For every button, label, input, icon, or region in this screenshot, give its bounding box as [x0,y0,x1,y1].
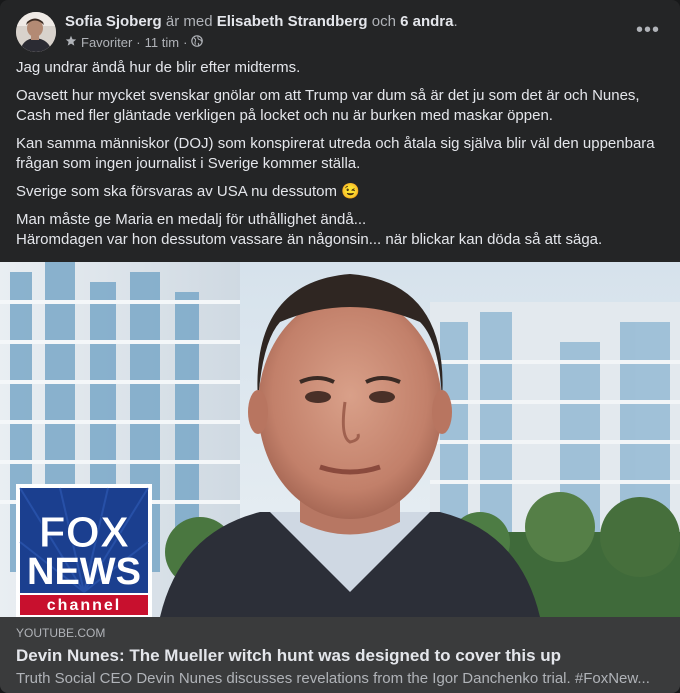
author-avatar[interactable] [16,12,56,52]
link-title[interactable]: Devin Nunes: The Mueller witch hunt was … [16,645,664,667]
post-time[interactable]: 11 tim [145,34,179,52]
post-paragraph: Sverige som ska försvaras av USA nu dess… [16,183,360,200]
and-text: och [371,13,396,30]
post-card: Sofia Sjoberg är med Elisabeth Strandber… [0,0,680,693]
tagged-person[interactable]: Elisabeth Strandberg [217,13,368,30]
post-paragraph: Man måste ge Maria en medalj för uthålli… [16,211,367,228]
link-description: Truth Social CEO Devin Nunes discusses r… [16,670,650,687]
post-header: Sofia Sjoberg är med Elisabeth Strandber… [16,12,668,54]
link-domain: YOUTUBE.COM [16,626,106,640]
post-paragraph: Jag undrar ändå hur de blir efter midter… [16,59,301,76]
period: . [453,13,458,30]
author-name[interactable]: Sofia Sjoberg [65,13,162,30]
link-preview-image[interactable]: FOX NEWS channel [0,262,680,617]
link-preview-footer[interactable]: YOUTUBE.COM Devin Nunes: The Mueller wit… [0,617,680,693]
video-thumbnail: FOX NEWS channel [0,262,680,617]
logo-fox-text: FOX [39,508,129,557]
post-text: Jag undrar ändå hur de blir efter midter… [16,58,666,258]
post-paragraph: Kan samma människor (DOJ) som konspirera… [16,135,655,172]
post-paragraph: Oavsett hur mycket svenskar gnölar om at… [16,87,640,124]
meta-separator-2: · [183,35,188,50]
post-meta: Favoriter · 11 tim · [65,34,608,52]
with-text: är med [165,13,213,30]
more-horizontal-icon[interactable]: ••• [632,16,664,44]
fox-news-logo: FOX NEWS channel [16,484,152,617]
meta-separator: · [136,35,141,50]
globe-icon[interactable] [191,34,204,52]
post-paragraph: Häromdagen var hon dessutom vassare än n… [16,231,603,248]
star-icon [65,34,77,52]
favorites-label[interactable]: Favoriter [81,34,132,52]
post-header-text: Sofia Sjoberg är med Elisabeth Strandber… [65,12,608,52]
logo-channel-text: channel [47,597,121,614]
logo-news-text: NEWS [27,551,141,593]
others-link[interactable]: 6 andra [400,13,453,30]
author-line: Sofia Sjoberg är med Elisabeth Strandber… [65,12,608,32]
avatar-image [16,12,56,52]
